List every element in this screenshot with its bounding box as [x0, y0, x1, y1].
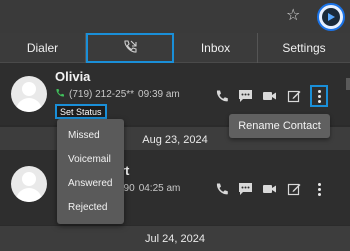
bookmark-star-icon[interactable]: ☆: [286, 6, 300, 26]
more-options-icon[interactable]: [310, 85, 328, 107]
phone-number: (719) 212-25**: [69, 89, 135, 100]
play-circle-icon: [322, 8, 340, 26]
status-option-voicemail[interactable]: Voicemail: [57, 148, 124, 170]
message-icon[interactable]: [238, 89, 253, 104]
contact-name: Olivia: [55, 69, 91, 84]
more-options-icon[interactable]: [310, 178, 328, 200]
tab-call-log[interactable]: [86, 33, 174, 63]
row-actions: [214, 178, 328, 200]
call-time: 09:39 am: [138, 89, 180, 100]
call-meta: 590 04:25 am: [118, 183, 180, 194]
tab-inbox[interactable]: Inbox: [174, 33, 258, 63]
avatar: [11, 76, 47, 112]
video-icon[interactable]: [262, 89, 277, 104]
avatar: [11, 166, 47, 202]
date-separator: Jul 24, 2024: [0, 226, 350, 251]
rename-contact-button[interactable]: Rename Contact: [229, 114, 330, 138]
video-icon[interactable]: [262, 182, 277, 197]
set-status-button[interactable]: Set Status: [55, 104, 107, 119]
status-option-answered[interactable]: Answered: [57, 173, 124, 195]
edit-icon[interactable]: [286, 182, 301, 197]
status-option-rejected[interactable]: Rejected: [57, 197, 124, 219]
scroll-edge: [346, 78, 350, 90]
status-dropdown: Missed Voicemail Answered Rejected: [57, 119, 124, 224]
call-meta: (719) 212-25** 09:39 am: [55, 88, 180, 101]
call-row[interactable]: rt 590 04:25 am: [0, 150, 350, 225]
extension-button[interactable]: [317, 3, 345, 31]
row-actions: [214, 85, 328, 107]
call-time: 04:25 am: [138, 183, 181, 194]
call-log-icon: [122, 39, 138, 58]
tab-settings[interactable]: Settings: [258, 33, 350, 63]
phone-icon: [55, 88, 65, 101]
edit-icon[interactable]: [286, 89, 301, 104]
call-icon[interactable]: [214, 89, 229, 104]
tab-dialer[interactable]: Dialer: [0, 33, 86, 63]
browser-toolbar: ☆: [0, 0, 350, 33]
call-log-panel: ☆ Dialer Inbox Settings Olivia (719) 212…: [0, 0, 350, 251]
call-icon[interactable]: [214, 182, 229, 197]
tab-bar: Dialer Inbox Settings: [0, 33, 350, 63]
message-icon[interactable]: [238, 182, 253, 197]
status-option-missed[interactable]: Missed: [57, 124, 124, 146]
